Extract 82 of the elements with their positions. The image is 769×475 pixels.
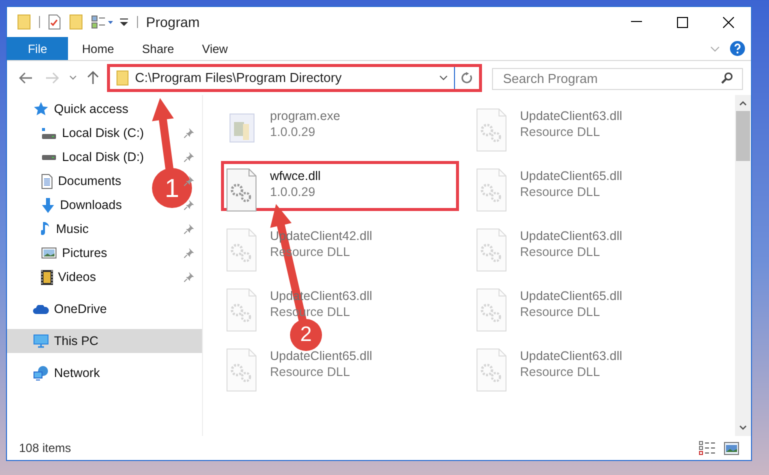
file-item[interactable]: UpdateClient65.dll Resource DLL [471, 161, 709, 211]
refresh-icon[interactable] [461, 72, 473, 84]
file-detail: Resource DLL [520, 184, 600, 200]
music-note-icon [41, 222, 51, 236]
file-name: UpdateClient65.dll [270, 348, 372, 364]
file-detail: Resource DLL [520, 304, 600, 320]
file-name: UpdateClient63.dll [520, 348, 622, 364]
minimize-icon[interactable] [630, 21, 642, 23]
drive-icon [41, 154, 57, 160]
file-item[interactable]: UpdateClient65.dll Resource DLL [471, 281, 709, 331]
document-icon [41, 174, 53, 188]
scrollbar[interactable] [735, 95, 751, 436]
recent-caret-icon[interactable] [69, 75, 77, 81]
pin-icon[interactable] [184, 248, 194, 258]
film-icon [41, 270, 53, 284]
item-count: 108 items [19, 440, 72, 457]
file-detail: Resource DLL [270, 364, 350, 380]
customize-icon[interactable] [119, 17, 129, 27]
chevron-icon[interactable] [710, 46, 720, 52]
pin-icon[interactable] [184, 224, 194, 234]
pin-icon[interactable] [184, 200, 194, 210]
details-view-icon[interactable] [699, 440, 716, 456]
close-icon[interactable] [722, 16, 734, 28]
nav-item[interactable]: Local Disk (C:) [7, 121, 148, 145]
nav-item[interactable]: Pictures [7, 241, 112, 265]
drive-icon [41, 128, 57, 138]
cloud-icon [33, 304, 49, 314]
file-item[interactable]: wfwce.dll 1.0.0.29 [221, 161, 459, 211]
scroll-down-icon[interactable] [739, 425, 747, 430]
dropdown-caret-icon[interactable] [439, 75, 448, 81]
file-item[interactable]: UpdateClient63.dll Resource DLL [471, 101, 709, 151]
nav-item[interactable]: Videos [7, 265, 100, 289]
file-item[interactable]: program.exe 1.0.0.29 [221, 101, 459, 151]
maximize-icon[interactable] [676, 16, 688, 28]
nav-item[interactable]: Quick access [7, 97, 132, 121]
window-title: Program [146, 12, 200, 32]
search-field[interactable]: Search Program [492, 68, 743, 90]
nav-item[interactable]: Music [7, 217, 93, 241]
up-arrow-icon[interactable] [87, 71, 99, 85]
file-name: program.exe [270, 108, 340, 124]
picture-icon [41, 247, 57, 259]
monitor-icon [33, 334, 49, 348]
file-detail: 1.0.0.29 [270, 124, 316, 140]
file-name: wfwce.dll [270, 168, 321, 184]
file-detail: Resource DLL [520, 364, 600, 380]
back-arrow-icon[interactable] [19, 72, 33, 84]
pin-icon[interactable] [184, 176, 194, 186]
pin-icon[interactable] [184, 272, 194, 282]
large-icons-view-icon[interactable] [724, 442, 739, 454]
view-icon[interactable] [91, 15, 113, 29]
file-detail: 1.0.0.29 [270, 184, 316, 200]
nav-item[interactable]: Network [7, 361, 104, 385]
nav-item[interactable]: Documents [7, 169, 126, 193]
nav-item[interactable]: This PC [7, 329, 202, 353]
help-icon[interactable] [730, 41, 745, 56]
star-icon [33, 102, 49, 116]
address-bar[interactable]: C:\Program Files\Program Directory [107, 64, 482, 92]
file-detail: Resource DLL [520, 124, 600, 140]
nav-item[interactable]: Downloads [7, 193, 126, 217]
properties-icon[interactable] [48, 14, 61, 30]
pin-icon[interactable] [184, 152, 194, 162]
search-icon[interactable] [721, 72, 733, 84]
address-path: C:\Program Files\Program Directory [135, 69, 342, 88]
ribbon-tab[interactable]: Home [68, 37, 128, 60]
scroll-thumb[interactable] [736, 111, 750, 161]
down-arrow-icon [41, 198, 55, 212]
scroll-up-icon[interactable] [739, 101, 747, 106]
file-name: UpdateClient65.dll [520, 288, 622, 304]
nav-item[interactable]: OneDrive [7, 297, 111, 321]
folder-icon [116, 70, 129, 86]
pin-icon[interactable] [184, 128, 194, 138]
ribbon-tab[interactable]: View [188, 37, 242, 60]
file-item[interactable]: UpdateClient63.dll Resource DLL [471, 221, 709, 271]
file-detail: Resource DLL [520, 244, 600, 260]
network-icon [33, 366, 49, 380]
file-name: UpdateClient63.dll [520, 108, 622, 124]
ribbon-tab[interactable]: Share [128, 37, 188, 60]
file-name: UpdateClient63.dll [520, 228, 622, 244]
file-name: UpdateClient65.dll [520, 168, 622, 184]
callout-number: 1 [164, 175, 180, 201]
nav-item[interactable]: Local Disk (D:) [7, 145, 148, 169]
file-item[interactable]: UpdateClient63.dll Resource DLL [471, 341, 709, 391]
